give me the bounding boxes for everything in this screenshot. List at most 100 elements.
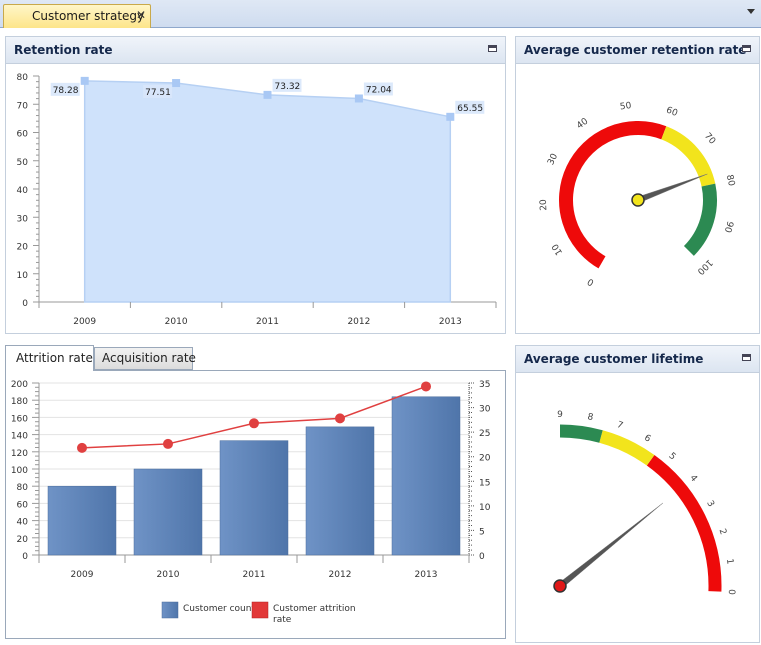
data-point <box>421 381 431 392</box>
lifetime-gauge: 0 1 2 3 45 6 7 8 9 <box>553 410 736 595</box>
y-tick-label: 70 <box>17 101 29 111</box>
legend-label: Customer count <box>183 604 255 614</box>
y2-tick-label: 15 <box>479 478 490 488</box>
gauge-tick-label: 70 <box>702 131 717 146</box>
retention-area <box>83 80 452 303</box>
x-tick-label: 2010 <box>157 570 180 580</box>
gauge-tick-label: 0 <box>586 276 596 288</box>
attrition-rate-panel: 0 20 40 60 80 100 120 140 160 180 200 0 5 10 15 20 25 30 3… <box>5 370 506 639</box>
gauge-tick-label: 9 <box>557 410 563 420</box>
y2-tick-label: 20 <box>479 454 491 464</box>
y-tick-label: 140 <box>11 432 28 442</box>
y-tick-label: 60 <box>17 500 29 510</box>
tab-customer-strategy[interactable]: Customer strategy ✕ <box>3 4 151 28</box>
retention-gauge: 0 10 20 30 40 50 60 70 80 90 100 <box>539 101 736 288</box>
y-tick-label: 160 <box>11 414 28 424</box>
tab-attrition-rate[interactable]: Attrition rate <box>5 345 94 371</box>
data-point <box>80 76 89 85</box>
x-tick-label: 2010 <box>165 317 188 327</box>
y-tick-label: 20 <box>17 535 29 545</box>
y-tick-label: 80 <box>17 73 29 83</box>
gauge-tick-label: 5 <box>666 451 677 462</box>
data-label: 73.32 <box>275 82 301 92</box>
panel-title: Retention rate <box>14 43 113 57</box>
data-point <box>249 418 259 429</box>
gauge-tick-label: 60 <box>665 106 680 120</box>
y2-tick-label: 25 <box>479 429 490 439</box>
gauge-band <box>683 183 717 256</box>
gauge-tick-label: 4 <box>687 473 699 484</box>
y-tick-label: 100 <box>11 466 28 476</box>
gauge-tick-label: 2 <box>717 528 728 537</box>
data-point <box>446 112 455 121</box>
y-tick-label: 40 <box>17 186 29 196</box>
gauge-tick-label: 40 <box>575 116 590 131</box>
data-label: 72.04 <box>366 85 392 95</box>
bar <box>133 468 203 556</box>
y-tick-label: 60 <box>17 130 29 140</box>
data-label: 78.28 <box>53 86 79 96</box>
chevron-down-icon[interactable] <box>747 9 755 14</box>
close-icon[interactable]: ✕ <box>136 8 146 22</box>
gauge-tick-label: 8 <box>587 412 595 423</box>
x-tick-label: 2013 <box>439 317 462 327</box>
bar <box>305 426 375 556</box>
y-tick-label: 20 <box>17 243 29 253</box>
avg-lifetime-panel: Average customer lifetime 0 1 2 3 45 6 7 8 9 <box>515 345 760 643</box>
y2-tick-label: 5 <box>479 527 485 537</box>
legend-label: Customer attrition rate <box>273 604 356 625</box>
y-tick-label: 0 <box>22 299 28 309</box>
gauge-band <box>559 424 603 443</box>
data-point <box>163 438 173 449</box>
avg-retention-panel: Average customer retention rate 0 10 20 30 4… <box>515 36 760 334</box>
gauge-needle <box>636 173 708 204</box>
legend-label-line: Customer attrition <box>273 604 356 614</box>
y2-tick-label: 10 <box>479 503 491 513</box>
gauge-tick-label: 100 <box>695 257 714 276</box>
data-point <box>263 90 272 99</box>
data-point <box>335 413 345 424</box>
x-tick-label: 2012 <box>329 570 352 580</box>
tab-label: Acquisition rate <box>102 351 196 365</box>
y2-tick-label: 30 <box>479 405 491 415</box>
gauge-tick-label: 20 <box>539 199 550 211</box>
y-tick-label: 180 <box>11 397 28 407</box>
bar <box>391 396 461 556</box>
x-tick-label: 2009 <box>71 570 94 580</box>
minimize-icon[interactable] <box>742 354 751 361</box>
data-point <box>172 79 181 88</box>
y-tick-label: 10 <box>17 271 29 281</box>
y-tick-label: 80 <box>17 483 29 493</box>
gauge-band <box>661 126 716 187</box>
x-tick-label: 2011 <box>243 570 266 580</box>
panel-header: Average customer retention rate <box>516 37 759 64</box>
x-tick-label: 2013 <box>415 570 438 580</box>
minimize-icon[interactable] <box>488 45 497 52</box>
gauge-tick-label: 3 <box>704 499 716 509</box>
gauge-tick-label: 30 <box>546 152 560 167</box>
legend-label-line: rate <box>273 615 292 625</box>
gauge-band <box>646 454 722 592</box>
data-point <box>354 94 363 103</box>
panel-title: Average customer retention rate <box>524 43 747 57</box>
y2-tick-label: 0 <box>479 552 485 562</box>
gauge-needle <box>557 502 663 589</box>
tab-acquisition-rate[interactable]: Acquisition rate <box>94 347 196 370</box>
gauge-tick-label: 6 <box>642 433 652 445</box>
gauge-tick-label: 10 <box>550 241 565 256</box>
data-label: 65.55 <box>457 104 483 114</box>
minimize-icon[interactable] <box>742 45 751 52</box>
y-tick-label: 200 <box>11 380 28 390</box>
tab-label: Attrition rate <box>16 351 93 365</box>
gauge-tick-label: 0 <box>726 589 736 595</box>
gauge-needle-cap <box>631 193 645 207</box>
gauge-tick-label: 50 <box>619 101 632 112</box>
x-tick-label: 2012 <box>347 317 370 327</box>
panel-header: Average customer lifetime <box>516 346 759 373</box>
legend-swatch-customer-count <box>161 601 179 619</box>
y-tick-label: 40 <box>17 518 29 528</box>
data-point <box>77 442 87 453</box>
gauge-tick-label: 80 <box>724 174 736 188</box>
y-tick-label: 0 <box>22 552 28 562</box>
panel-title: Average customer lifetime <box>524 352 704 366</box>
